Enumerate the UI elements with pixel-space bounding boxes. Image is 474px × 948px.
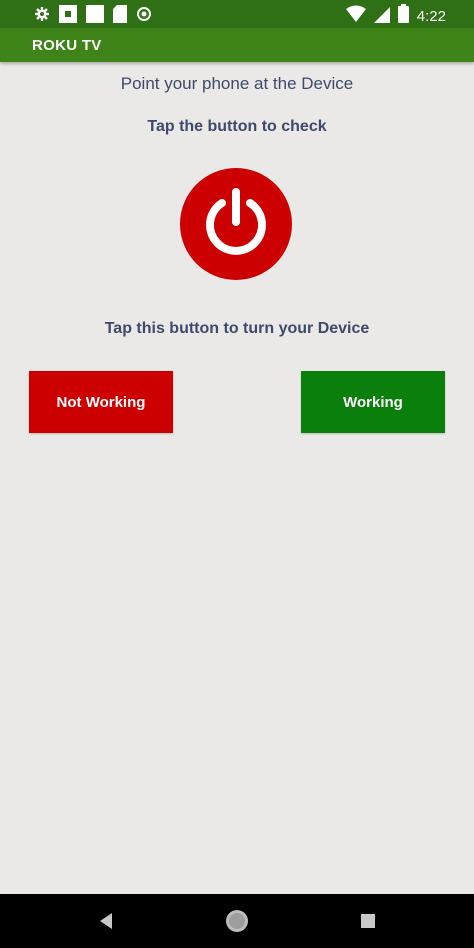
- settings-icon: [34, 6, 50, 27]
- status-icons-right: 4:22: [345, 4, 446, 28]
- working-button[interactable]: Working: [301, 371, 445, 433]
- instruction-tap-check: Tap the button to check: [147, 118, 327, 135]
- notification-icon: [59, 5, 77, 28]
- power-icon: [200, 186, 272, 263]
- navigation-bar: [0, 894, 474, 948]
- status-icons-left: [34, 5, 152, 28]
- not-working-button[interactable]: Not Working: [29, 371, 173, 433]
- notification-icon: [86, 5, 104, 28]
- power-button[interactable]: [180, 168, 292, 280]
- sd-card-icon: [113, 5, 127, 28]
- instruction-point-phone: Point your phone at the Device: [120, 74, 354, 93]
- app-title: ROKU TV: [32, 37, 102, 54]
- recents-icon[interactable]: [353, 906, 383, 936]
- signal-icon: [373, 5, 390, 28]
- home-icon[interactable]: [222, 906, 252, 936]
- wifi-icon: [345, 5, 366, 28]
- back-icon[interactable]: [91, 906, 121, 936]
- status-clock: 4:22: [416, 7, 446, 25]
- instruction-turn-device: Tap this button to turn your Device: [104, 320, 370, 337]
- sync-icon: [136, 6, 152, 27]
- battery-icon: [397, 4, 409, 28]
- status-bar: 4:22: [0, 0, 474, 28]
- app-bar: ROKU TV: [0, 28, 474, 62]
